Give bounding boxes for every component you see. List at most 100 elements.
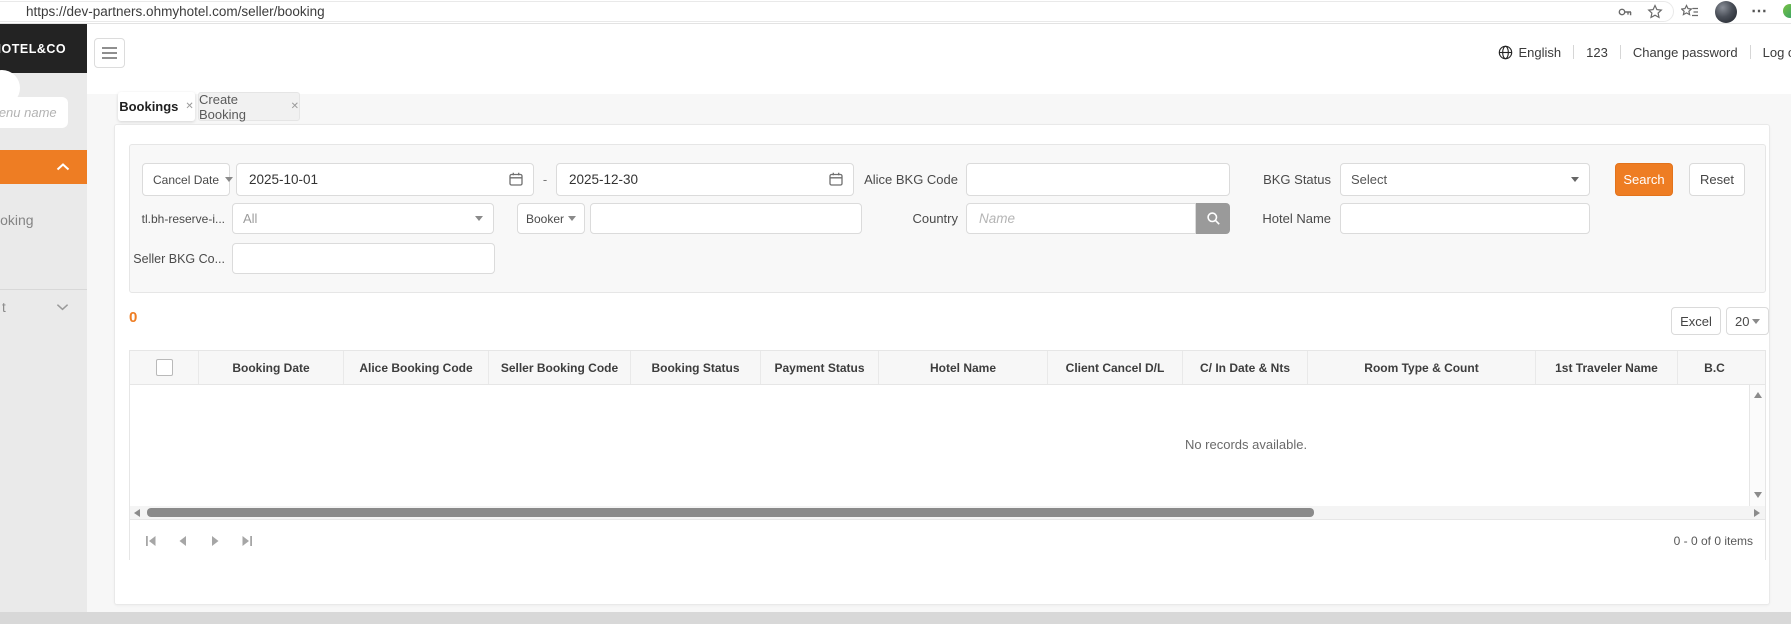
divider — [1573, 45, 1575, 59]
header-scrollbar-spacer — [1751, 351, 1765, 384]
bookings-grid: Booking Date Alice Booking Code Seller B… — [129, 350, 1766, 561]
booker-value-input[interactable] — [590, 203, 862, 234]
logout-link[interactable]: Log out — [1763, 45, 1791, 60]
tab-close-icon[interactable]: ✕ — [185, 101, 193, 112]
browser-menu-icon[interactable]: ⋯ — [1751, 1, 1767, 21]
previous-page-icon — [179, 536, 186, 546]
column-header-booking-status[interactable]: Booking Status — [631, 351, 761, 384]
window-bottom-edge — [0, 612, 1791, 624]
brand-logo-text: HOTEL&CO — [0, 41, 67, 56]
reserve-type-dropdown[interactable]: All — [232, 203, 494, 234]
column-header-alice-booking-code[interactable]: Alice Booking Code — [344, 351, 489, 384]
date-to-field — [556, 163, 854, 196]
booker-selected: Booker — [526, 211, 565, 226]
first-page-icon — [146, 536, 156, 546]
pager-first-page-button[interactable] — [140, 530, 162, 552]
language-switcher[interactable]: English — [1498, 45, 1561, 60]
column-header-hotel-name[interactable]: Hotel Name — [879, 351, 1048, 384]
scroll-right-icon[interactable] — [1754, 509, 1760, 517]
tab-create-booking[interactable]: Create Booking ✕ — [198, 91, 300, 122]
column-header-seller-booking-code[interactable]: Seller Booking Code — [489, 351, 631, 384]
page-size-value: 20 — [1735, 313, 1750, 329]
reserve-type-label: tl.bh-reserve-i... — [141, 211, 225, 226]
url-text[interactable]: https://dev-partners.ohmyhotel.com/selle… — [26, 4, 325, 19]
menu-search-input[interactable] — [0, 97, 68, 128]
chevron-up-icon — [56, 163, 70, 171]
globe-icon — [1499, 45, 1513, 59]
scroll-down-icon[interactable] — [1754, 492, 1762, 498]
calendar-icon[interactable] — [508, 171, 524, 187]
seller-bkg-code-input[interactable] — [232, 243, 495, 274]
pager-previous-page-button[interactable] — [172, 530, 194, 552]
excel-export-button[interactable]: Excel — [1671, 307, 1721, 335]
horizontal-scrollbar-thumb[interactable] — [147, 508, 1314, 517]
chevron-down-icon[interactable] — [56, 303, 69, 311]
horizontal-scrollbar[interactable] — [130, 506, 1765, 519]
grid-body: No records available. — [130, 385, 1749, 506]
bkg-status-label: BKG Status — [1263, 172, 1331, 187]
caret-down-icon — [1571, 177, 1579, 182]
result-count: 0 — [129, 309, 138, 326]
sidebar-active-group[interactable] — [0, 150, 87, 184]
tab-close-icon[interactable]: ✕ — [291, 101, 299, 112]
select-all-cell — [130, 351, 199, 384]
select-all-checkbox[interactable] — [155, 359, 173, 376]
date-field-dropdown[interactable]: Cancel Date — [142, 163, 234, 196]
header-user-menu: English 123 Change password Log out — [1498, 43, 1791, 61]
column-header-payment-status[interactable]: Payment Status — [761, 351, 879, 384]
sidebar-item-booking[interactable]: Booking — [0, 212, 87, 228]
grid-header-row: Booking Date Alice Booking Code Seller B… — [130, 351, 1765, 385]
alice-bkg-code-input[interactable] — [966, 163, 1230, 196]
partner-code[interactable]: 123 — [1586, 45, 1608, 60]
column-header-client-cancel[interactable]: Client Cancel D/L — [1048, 351, 1183, 384]
app-window: https://dev-partners.ohmyhotel.com/selle… — [0, 0, 1791, 624]
tab-bookings[interactable]: Bookings ✕ — [118, 92, 195, 121]
browser-address-bar: https://dev-partners.ohmyhotel.com/selle… — [0, 0, 1791, 24]
scroll-up-icon[interactable] — [1754, 392, 1762, 398]
date-from-input[interactable] — [236, 163, 534, 196]
pager-info: 0 - 0 of 0 items — [1673, 534, 1753, 548]
column-header-room-type[interactable]: Room Type & Count — [1308, 351, 1536, 384]
sidebar-group-label[interactable]: t — [2, 300, 6, 315]
search-button[interactable]: Search — [1615, 163, 1673, 196]
divider — [1619, 45, 1621, 59]
caret-down-icon — [475, 216, 483, 221]
next-page-icon — [212, 536, 219, 546]
column-header-bc[interactable]: B.C — [1678, 351, 1751, 384]
extension-icon[interactable] — [1783, 4, 1791, 18]
country-search-button[interactable] — [1196, 203, 1230, 234]
bkg-status-selected: Select — [1351, 172, 1388, 187]
pager-next-page-button[interactable] — [204, 530, 226, 552]
booker-dropdown[interactable]: Booker — [517, 203, 585, 234]
favorites-list-icon[interactable] — [1681, 4, 1699, 20]
sidebar-toggle-button[interactable] — [94, 38, 125, 68]
hotel-name-label: Hotel Name — [1262, 211, 1331, 226]
pager-last-page-button[interactable] — [236, 530, 258, 552]
date-to-input[interactable] — [556, 163, 854, 196]
caret-down-icon — [568, 216, 577, 221]
password-key-icon[interactable] — [1617, 4, 1633, 20]
browser-profile-avatar[interactable] — [1715, 1, 1737, 23]
caret-down-icon — [1752, 318, 1761, 324]
hotel-name-input[interactable] — [1340, 203, 1590, 234]
divider — [1749, 45, 1751, 59]
column-header-checkin-nts[interactable]: C/ In Date & Nts — [1183, 351, 1308, 384]
alice-bkg-code-label: Alice BKG Code — [864, 172, 958, 187]
hamburger-icon — [102, 47, 117, 49]
scroll-left-icon[interactable] — [134, 509, 140, 517]
column-header-traveler-name[interactable]: 1st Traveler Name — [1536, 351, 1678, 384]
tab-label: Bookings — [119, 99, 179, 114]
page-size-dropdown[interactable]: 20 — [1726, 307, 1769, 335]
grid-pager: 0 - 0 of 0 items — [130, 519, 1765, 561]
empty-records-message: No records available. — [1184, 437, 1308, 452]
reset-button[interactable]: Reset — [1689, 163, 1745, 196]
tab-label: Create Booking — [199, 91, 246, 122]
country-name-input[interactable] — [966, 203, 1196, 234]
change-password-link[interactable]: Change password — [1633, 45, 1738, 60]
favorite-star-icon[interactable] — [1647, 4, 1663, 20]
vertical-scrollbar[interactable] — [1749, 385, 1765, 506]
brand-logo[interactable]: HOTEL&CO — [0, 24, 87, 73]
column-header-booking-date[interactable]: Booking Date — [199, 351, 344, 384]
bkg-status-dropdown[interactable]: Select — [1340, 163, 1590, 196]
country-label: Country — [912, 211, 958, 226]
